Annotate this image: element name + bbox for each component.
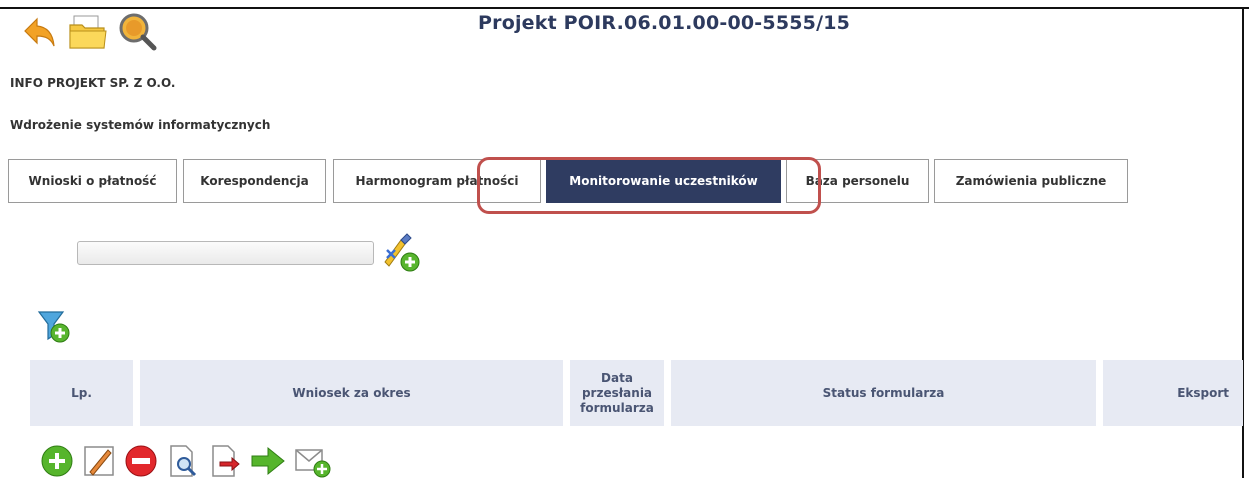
tab-korespondencja[interactable]: Korespondencja <box>183 159 326 203</box>
folder-icon[interactable] <box>68 13 108 55</box>
column-header-status-formularza: Status formularza <box>671 360 1096 426</box>
back-arrow-icon[interactable] <box>22 15 58 53</box>
tab-highlight-frame <box>477 157 821 214</box>
data-table-header: Lp. Wniosek za okres Data przesłania for… <box>30 360 1248 426</box>
project-name: Wdrożenie systemów informatycznych <box>10 118 271 132</box>
submit-arrow-icon[interactable] <box>250 444 286 482</box>
page-title: Projekt POIR.06.01.00-00-5555/15 <box>478 12 851 34</box>
top-toolbar <box>22 12 158 56</box>
add-icon[interactable] <box>40 444 74 482</box>
preview-icon[interactable] <box>166 444 200 482</box>
column-header-eksport: Eksport <box>1103 360 1243 426</box>
delete-icon[interactable] <box>124 444 158 482</box>
top-border <box>0 7 1249 9</box>
column-header-lp: Lp. <box>30 360 133 426</box>
edit-add-icon[interactable] <box>381 232 421 276</box>
column-header-data-przeslania: Data przesłania formularza <box>570 360 664 426</box>
column-header-wniosek-za-okres: Wniosek za okres <box>140 360 563 426</box>
edit-icon[interactable] <box>82 444 116 482</box>
tab-wnioski-o-platnosc[interactable]: Wnioski o płatność <box>8 159 177 203</box>
search-input[interactable] <box>77 241 374 265</box>
search-coin-icon[interactable] <box>118 12 158 56</box>
action-toolbar <box>40 444 332 482</box>
tab-zamowienia-publiczne[interactable]: Zamówienia publiczne <box>934 159 1128 203</box>
message-icon[interactable] <box>294 444 332 482</box>
company-name: INFO PROJEKT SP. Z O.O. <box>10 76 176 90</box>
export-icon[interactable] <box>208 444 242 482</box>
filter-add-icon[interactable] <box>37 308 71 348</box>
